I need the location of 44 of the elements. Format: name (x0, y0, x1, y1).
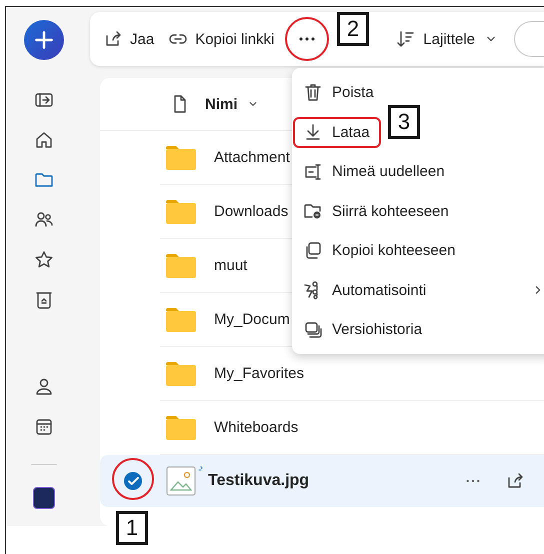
toolbar-button[interactable]: Jaa (98, 21, 160, 57)
toolbar-button[interactable]: Kopioi linkki (163, 21, 280, 57)
star-icon (34, 250, 54, 270)
image-thumbnail-icon (166, 466, 196, 496)
row-checkbox[interactable] (124, 472, 142, 490)
more-icon (299, 37, 316, 41)
folder-icon (165, 252, 197, 278)
rename-icon (303, 162, 323, 182)
sort-button[interactable]: Lajittele (390, 21, 504, 57)
person-icon (34, 377, 54, 397)
folder-icon (165, 306, 197, 332)
folder-icon (165, 144, 197, 170)
callout-number: 1 (116, 511, 148, 545)
callout-number: 3 (388, 105, 420, 139)
more-button[interactable] (285, 17, 330, 61)
app-icon[interactable] (32, 487, 54, 509)
file-name[interactable]: Attachment (214, 149, 290, 166)
new-button[interactable] (24, 20, 64, 60)
menu-item[interactable]: Kopioi kohteeseen (292, 231, 544, 270)
more-icon (466, 479, 480, 483)
sort-icon (395, 29, 416, 49)
calendar-icon (34, 417, 54, 437)
home-icon (34, 130, 54, 150)
folder-icon (165, 360, 197, 386)
plus-icon (32, 29, 54, 51)
menu-item[interactable]: Nimeä uudelleen (292, 152, 544, 192)
menu-item[interactable]: Versiohistoria (292, 310, 544, 350)
versions-icon (303, 320, 323, 340)
callout-number: 2 (337, 12, 369, 46)
menu-item[interactable]: Siirrä kohteeseen (292, 192, 544, 231)
file-name[interactable]: Downloads (214, 203, 288, 220)
checkmark-icon (128, 477, 138, 485)
file-name[interactable]: My_Docum (214, 311, 290, 328)
trash-icon (303, 82, 323, 103)
folder-icon (165, 414, 197, 440)
file-name[interactable]: Whiteboards (214, 419, 298, 436)
file-name[interactable]: Testikuva.jpg (208, 472, 310, 490)
file-name[interactable]: muut (214, 257, 248, 274)
file-name[interactable]: My_Favorites (214, 365, 304, 382)
column-header[interactable]: Nimi (205, 96, 260, 112)
folder-icon (165, 198, 197, 224)
menu-item[interactable]: Automatisointi (292, 270, 544, 310)
selected-row[interactable]: Testikuva.jpg (100, 455, 544, 507)
recycle-bin-icon (34, 290, 54, 310)
